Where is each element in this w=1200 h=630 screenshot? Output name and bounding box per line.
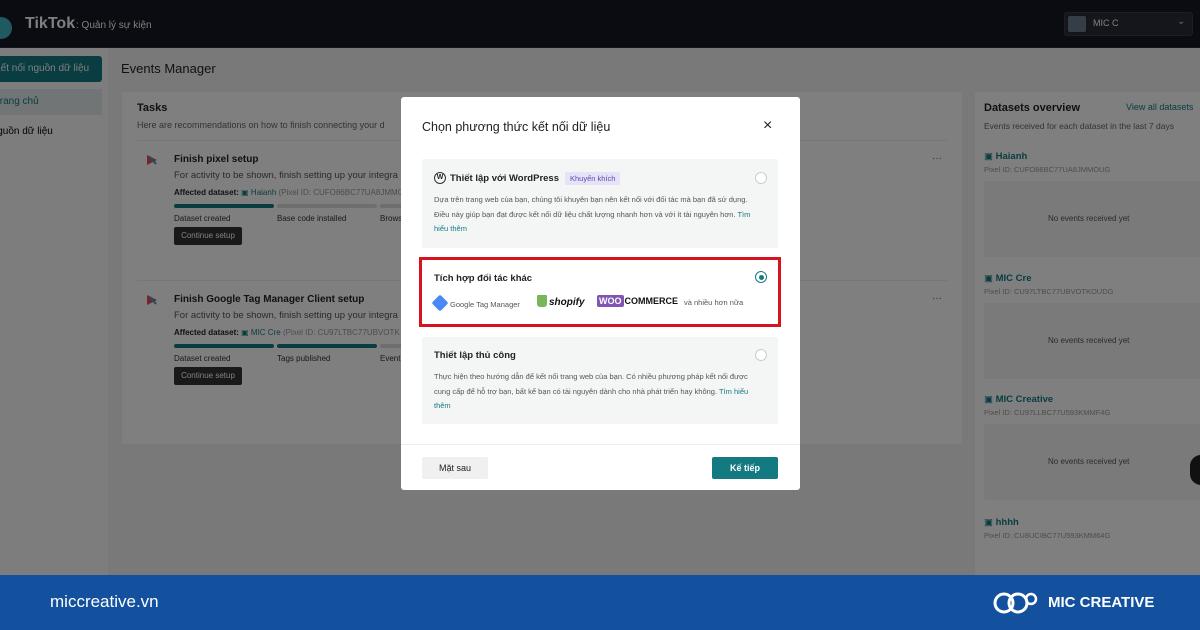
option-description: Thực hiện theo hướng dẫn để kết nối tran…	[434, 370, 764, 414]
woo-mark: WOO	[597, 295, 624, 307]
connection-method-modal: Chọn phương thức kết nối dữ liệu × W Thiế…	[401, 97, 800, 490]
option-radio-selected[interactable]	[755, 271, 767, 283]
brand-footer-bar: miccreative.vn MIC CREATIVE	[0, 575, 1200, 630]
option-description: Dựa trên trang web của bạn, chúng tôi kh…	[434, 193, 764, 237]
option-wordpress[interactable]: W Thiết lập với WordPress Khuyến khích Dựa…	[422, 159, 778, 248]
brand-name: MIC CREATIVE	[1048, 594, 1155, 611]
gtm-label: Google Tag Manager	[450, 300, 520, 309]
woo-label: COMMERCE	[624, 296, 679, 306]
woocommerce-logo: WOO COMMERCE	[597, 295, 679, 307]
option-radio[interactable]	[755, 172, 767, 184]
recommended-badge: Khuyến khích	[565, 172, 621, 185]
option-description-text: Thực hiện theo hướng dẫn để kết nối tran…	[434, 372, 748, 396]
option-manual[interactable]: Thiết lập thủ công Thực hiện theo hướng …	[422, 337, 778, 424]
back-button[interactable]: Mặt sau	[422, 457, 488, 479]
more-partners-text: và nhiều hơn nữa	[684, 298, 744, 307]
shopify-logo: shopify	[537, 295, 585, 308]
google-tag-manager-logo: Google Tag Manager	[431, 294, 520, 312]
events-manager-app: TikTok : Quản lý sự kiện MIC C ⌄ Kết nối…	[0, 0, 1200, 575]
option-title: Thiết lập thủ công	[434, 350, 516, 361]
wordpress-icon: W	[434, 172, 446, 185]
next-button[interactable]: Kế tiếp	[712, 457, 778, 479]
option-other-partners[interactable]: Tích hợp đối tác khác Google Tag Manager…	[419, 257, 781, 327]
close-icon[interactable]: ×	[763, 117, 772, 135]
shopify-label: shopify	[549, 297, 585, 308]
option-title: W Thiết lập với WordPress Khuyến khích	[434, 172, 621, 185]
gtm-icon	[431, 294, 449, 312]
mic-creative-logo-icon	[993, 592, 1038, 614]
modal-divider	[401, 444, 800, 445]
option-title: Tích hợp đối tác khác	[434, 273, 533, 284]
modal-title: Chọn phương thức kết nối dữ liệu	[422, 120, 611, 134]
option-description-text: Dựa trên trang web của bạn, chúng tôi kh…	[434, 195, 748, 219]
website-url: miccreative.vn	[50, 592, 159, 611]
option-radio[interactable]	[755, 349, 767, 361]
shopify-bag-icon	[537, 295, 547, 307]
option-title-text: Thiết lập với WordPress	[450, 173, 559, 184]
